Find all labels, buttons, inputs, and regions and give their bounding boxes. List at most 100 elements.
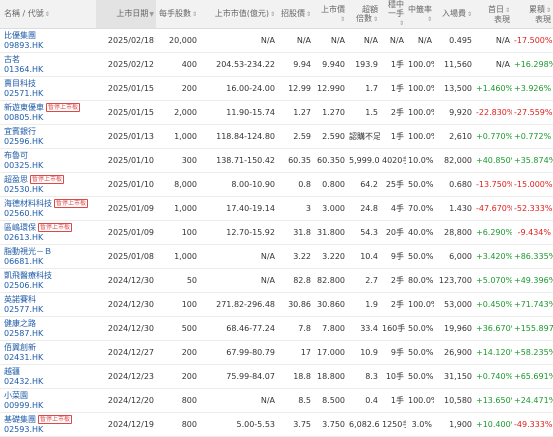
cell-market-cap: N/A bbox=[260, 276, 275, 285]
cell-one-lot-guarantee: N/A bbox=[389, 36, 404, 45]
table-row[interactable]: 區嶋環保 暫停上市板 02613.HK 2025/01/09 100 12.70-15.9… bbox=[0, 221, 553, 245]
table-header-row: 名稱 / 代號⇕ 上市日期▼ 每手股數⇕ 上市市值(億元)⇕ 招股價⇕ 上市價⇕… bbox=[0, 0, 553, 29]
stock-code-link[interactable]: 02613.HK bbox=[4, 233, 43, 242]
cell-listing-price: 60.350 bbox=[317, 156, 345, 165]
table-row[interactable]: 英諾賽科 02577.HK 2024/12/30 100 271.82-296.48 30… bbox=[0, 293, 553, 317]
stock-name-link[interactable]: 英諾賽科 bbox=[4, 295, 36, 304]
stock-code-link[interactable]: 00999.HK bbox=[4, 401, 43, 410]
stock-code-link[interactable]: 02577.HK bbox=[4, 305, 43, 314]
table-row[interactable]: 小菜園 00999.HK 2024/12/20 800 N/A 8.5 8.500 0.4 1手… bbox=[0, 389, 553, 413]
cell-first-day-performance: +0.450% bbox=[476, 300, 512, 309]
col-header-mcap[interactable]: 上市市值(億元)⇕ bbox=[199, 0, 277, 29]
stock-code-link[interactable]: 02431.HK bbox=[4, 353, 43, 362]
stock-code-link[interactable]: 02571.HK bbox=[4, 89, 43, 98]
stock-name-link[interactable]: 越疆 bbox=[4, 367, 20, 376]
table-row[interactable]: 佰翼創新 02431.HK 2024/12/27 200 67.99-80.79 17 17… bbox=[0, 341, 553, 365]
cell-win-rate: 50.0% bbox=[408, 372, 434, 381]
table-row[interactable]: 古茗 01364.HK 2025/02/12 400 204.53-234.22 9.94… bbox=[0, 53, 553, 77]
sort-icon: ⇕ bbox=[269, 11, 275, 18]
table-row[interactable]: 賣目科技 02571.HK 2025/01/15 200 16.00-24.00 12.9… bbox=[0, 77, 553, 101]
stock-code-link[interactable]: 02593.HK bbox=[4, 425, 43, 434]
col-header-win-rate[interactable]: 中籤率⇕ bbox=[406, 0, 434, 29]
table-row[interactable]: 超盈思 暫停上市板 02530.HK 2025/01/10 8,000 8.00-10.9… bbox=[0, 173, 553, 197]
cell-listing-price: 18.800 bbox=[317, 372, 345, 381]
table-row[interactable]: 新遊東優車 暫停上市板 00805.HK 2025/01/15 2,000 11.90-1… bbox=[0, 101, 553, 125]
stock-code-link[interactable]: 00805.HK bbox=[4, 113, 43, 122]
table-row[interactable]: 布魯可 00325.HK 2025/01/10 300 138.71-150.42 60.… bbox=[0, 149, 553, 173]
col-header-lot[interactable]: 每手股數⇕ bbox=[156, 0, 199, 29]
cell-entry-fee: 123,700 bbox=[438, 276, 472, 285]
stock-name-link[interactable]: 佰翼創新 bbox=[4, 343, 36, 352]
table-row[interactable]: 凱飛醫療科技 02506.HK 2024/12/30 50 N/A 82.8 82.800 2… bbox=[0, 269, 553, 293]
stock-name-link[interactable]: 基礎集團 bbox=[4, 415, 36, 424]
col-header-one-lot[interactable]: 穩中 一手⇕ bbox=[380, 0, 406, 29]
stock-name-link[interactable]: 布魯可 bbox=[4, 151, 28, 160]
cell-lot-size: 100 bbox=[181, 300, 197, 309]
cell-listing-price: 1.270 bbox=[322, 108, 345, 117]
stock-cell: 基礎集團 暫停上市板 02593.HK bbox=[0, 413, 96, 437]
stock-code-link[interactable]: 01364.HK bbox=[4, 65, 43, 74]
cell-oversubscription: 2.7 bbox=[365, 276, 378, 285]
cell-one-lot-guarantee: 2手 bbox=[390, 108, 404, 117]
stock-code-link[interactable]: 02506.HK bbox=[4, 281, 43, 290]
col-header-list-price[interactable]: 上市價⇕ bbox=[313, 0, 347, 29]
cell-oversubscription: 1.5 bbox=[365, 108, 378, 117]
stock-code-link[interactable]: 02596.HK bbox=[4, 137, 43, 146]
table-row[interactable]: 比優集團 09893.HK 2025/02/18 20,000 N/A N/A N/A N/A… bbox=[0, 29, 553, 53]
cell-entry-fee: 28,800 bbox=[444, 228, 472, 237]
col-header-oversub[interactable]: 超額 倍數⇕ bbox=[347, 0, 380, 29]
stock-name-link[interactable]: 比優集團 bbox=[4, 31, 36, 40]
cell-listing-price: 0.800 bbox=[322, 180, 345, 189]
stock-code-link[interactable]: 02432.HK bbox=[4, 377, 43, 386]
stock-code-link[interactable]: 06681.HK bbox=[4, 257, 43, 266]
stock-cell: 佰翼創新 02431.HK bbox=[0, 341, 96, 365]
cell-win-rate: 100.0% bbox=[408, 84, 434, 93]
stock-name-link[interactable]: 海德材料科技 bbox=[4, 199, 52, 208]
stock-code-link[interactable]: 02560.HK bbox=[4, 209, 43, 218]
sort-icon: ⇕ bbox=[504, 6, 510, 14]
cell-entry-fee: 2,610 bbox=[449, 132, 472, 141]
table-row[interactable]: 脂動視光－Ｂ 06681.HK 2025/01/08 1,000 N/A 3.22 3.22… bbox=[0, 245, 553, 269]
stock-name-link[interactable]: 小菜園 bbox=[4, 391, 28, 400]
stock-code-link[interactable]: 02587.HK bbox=[4, 329, 43, 338]
stock-name-link[interactable]: 健康之路 bbox=[4, 319, 36, 328]
col-header-offer-price[interactable]: 招股價⇕ bbox=[277, 0, 313, 29]
cell-first-day-performance: +13.650% bbox=[476, 396, 512, 405]
cell-lot-size: 1,000 bbox=[174, 204, 197, 213]
stock-name-link[interactable]: 賣目科技 bbox=[4, 79, 36, 88]
col-header-entry-fee[interactable]: 入場費⇕ bbox=[434, 0, 474, 29]
cell-offer-price: 2.59 bbox=[293, 132, 311, 141]
cell-offer-price: 8.5 bbox=[298, 396, 311, 405]
cell-lot-size: 1,000 bbox=[174, 132, 197, 141]
stock-code-link[interactable]: 09893.HK bbox=[4, 41, 43, 50]
stock-name-link[interactable]: 凱飛醫療科技 bbox=[4, 271, 52, 280]
stock-name-link[interactable]: 區嶋環保 bbox=[4, 223, 36, 232]
stock-code-link[interactable]: 02530.HK bbox=[4, 185, 43, 194]
table-row[interactable]: 越疆 02432.HK 2024/12/23 200 75.99-84.07 18.8 18… bbox=[0, 365, 553, 389]
stock-name-link[interactable]: 宜賓銀行 bbox=[4, 127, 36, 136]
table-row[interactable]: 宜賓銀行 02596.HK 2025/01/13 1,000 118.84-124.80… bbox=[0, 125, 553, 149]
cell-market-cap: 17.40-19.14 bbox=[226, 204, 275, 213]
stock-name-link[interactable]: 新遊東優車 bbox=[4, 103, 44, 112]
cell-one-lot-guarantee: 9手 bbox=[390, 348, 404, 357]
cell-lot-size: 100 bbox=[181, 228, 197, 237]
sort-icon: ⇕ bbox=[466, 11, 472, 18]
cell-lot-size: 8,000 bbox=[174, 180, 197, 189]
col-header-date[interactable]: 上市日期▼ bbox=[96, 0, 156, 29]
cell-market-cap: N/A bbox=[260, 36, 275, 45]
table-row[interactable]: 健康之路 02587.HK 2024/12/30 500 68.46-77.24 7.8 7… bbox=[0, 317, 553, 341]
cell-market-cap: 68.46-77.24 bbox=[226, 324, 275, 333]
col-header-first-day[interactable]: 首日⇕ 表現 bbox=[474, 0, 512, 29]
stock-code-link[interactable]: 00325.HK bbox=[4, 161, 43, 170]
stock-name-link[interactable]: 古茗 bbox=[4, 55, 20, 64]
stock-name-link[interactable]: 脂動視光－Ｂ bbox=[4, 247, 52, 256]
cell-one-lot-guarantee: 1手 bbox=[390, 396, 404, 405]
cell-first-day-performance: +1.460% bbox=[476, 84, 512, 93]
col-header-name[interactable]: 名稱 / 代號⇕ bbox=[0, 0, 96, 29]
stock-name-link[interactable]: 超盈思 bbox=[4, 175, 28, 184]
col-header-cumulative[interactable]: 累積⇕ 表現 bbox=[512, 0, 553, 29]
cell-market-cap: 118.84-124.80 bbox=[216, 132, 275, 141]
table-row[interactable]: 海德材料科技 暫停上市板 02560.HK 2025/01/09 1,000 17.40-… bbox=[0, 197, 553, 221]
table-row[interactable]: 基礎集團 暫停上市板 02593.HK 2024/12/19 800 5.00-5.53 3… bbox=[0, 413, 553, 437]
cell-offer-price: 0.8 bbox=[298, 180, 311, 189]
